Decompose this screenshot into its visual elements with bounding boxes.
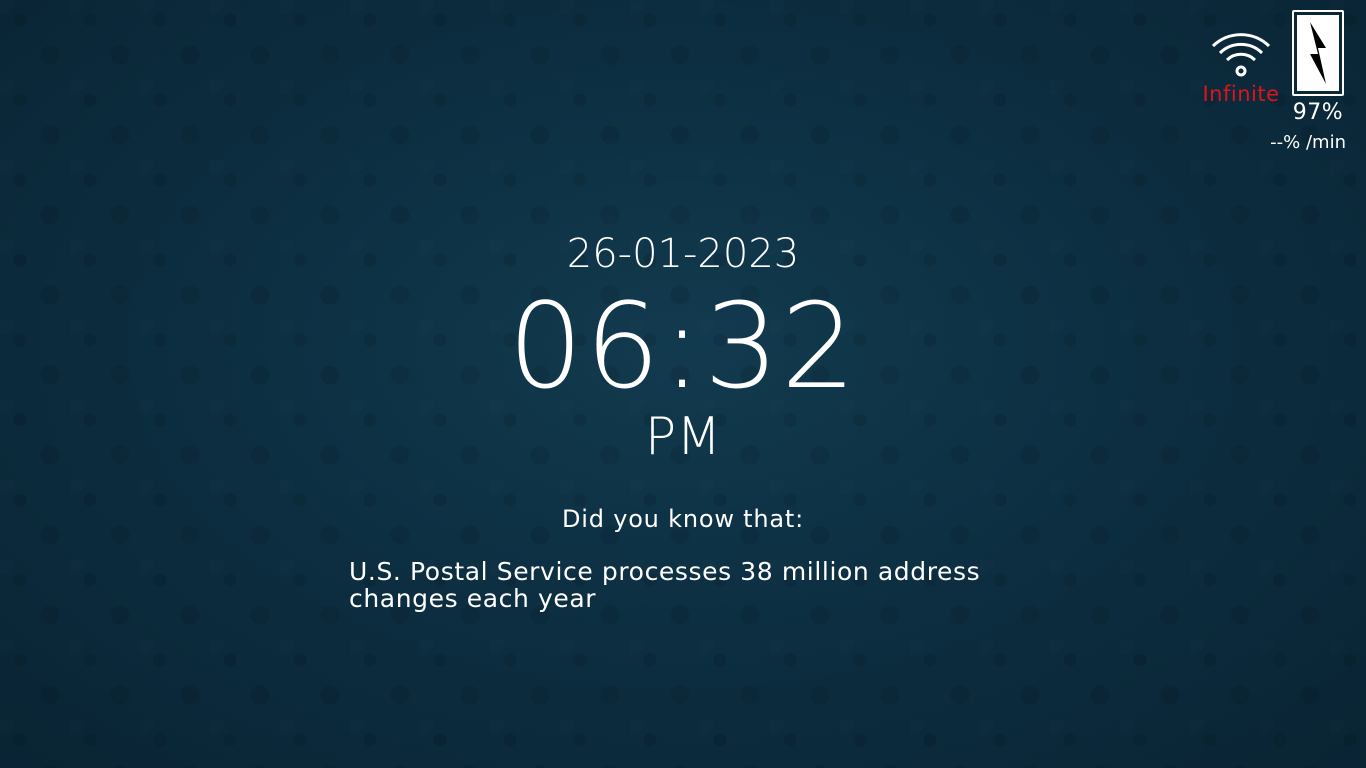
fact-title: Did you know that: bbox=[561, 505, 804, 533]
clock: 26-01-2023 06:32 PM bbox=[0, 226, 1366, 466]
wifi-status: Infinite bbox=[1196, 28, 1286, 106]
battery-status: 97% bbox=[1290, 10, 1346, 125]
battery-percent: 97% bbox=[1292, 100, 1344, 125]
time-display: 06:32 bbox=[507, 277, 859, 415]
status-area: Infinite 97% --% /min bbox=[1186, 10, 1346, 160]
fact-text: U.S. Postal Service processes 38 million… bbox=[349, 557, 981, 613]
wifi-network-label: Infinite bbox=[1202, 82, 1280, 106]
date-display: 26-01-2023 bbox=[566, 231, 800, 277]
ampm-indicator: PM bbox=[644, 407, 722, 467]
battery-charging-icon bbox=[1292, 10, 1344, 96]
battery-rate: --% /min bbox=[1270, 132, 1346, 153]
wifi-icon bbox=[1196, 28, 1286, 78]
